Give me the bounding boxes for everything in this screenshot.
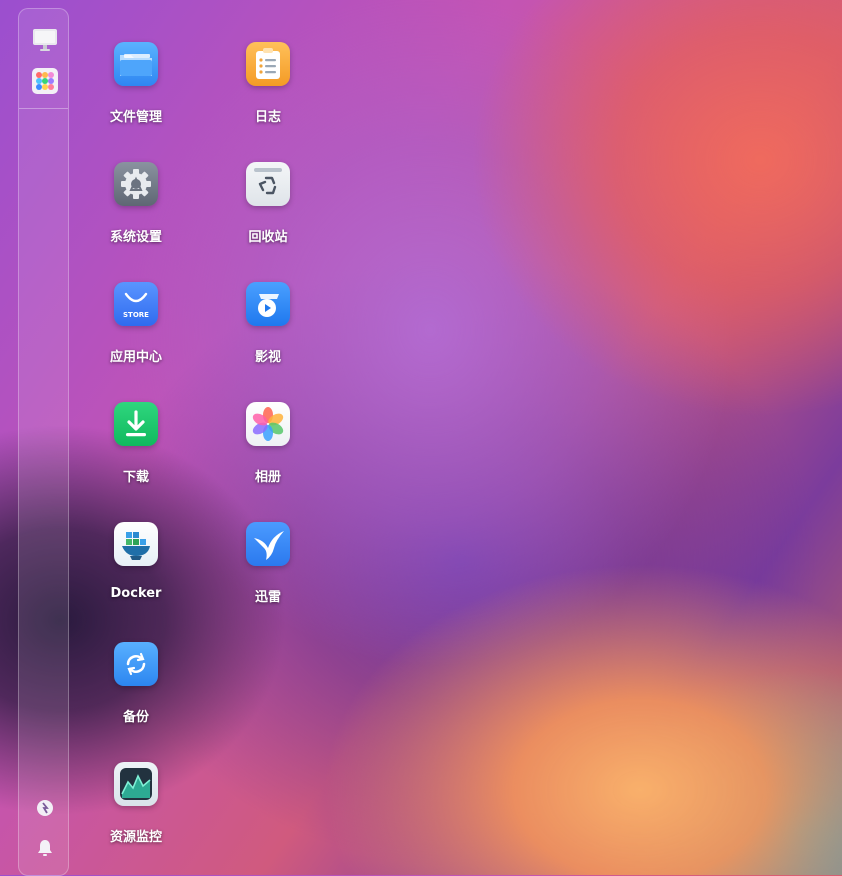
app-photos[interactable]: 相册 [218,402,318,512]
app-label: 回收站 [248,230,288,245]
folder-icon [114,42,158,86]
desktop-area: 文件管理 系统设置 STORE 应用中心 下载 Docker 备份 资源监控 日… [0,0,842,875]
app-label: 影视 [254,350,281,365]
app-file-manager[interactable]: 文件管理 [86,42,186,152]
recycle-bin-icon [246,162,290,206]
app-label: 资源监控 [109,830,162,845]
app-log[interactable]: 日志 [218,42,318,152]
app-backup[interactable]: 备份 [86,642,186,752]
video-icon [246,282,290,326]
app-store[interactable]: STORE 应用中心 [86,282,186,392]
app-thunder[interactable]: 迅雷 [218,522,318,632]
docker-icon [114,522,158,566]
backup-icon [114,642,158,686]
monitor-icon [114,762,158,806]
app-label: 应用中心 [109,350,162,365]
app-docker[interactable]: Docker [86,522,186,632]
download-icon [114,402,158,446]
app-label: 日志 [254,110,281,125]
store-icon: STORE [114,282,158,326]
photos-icon [246,402,290,446]
app-resource-monitor[interactable]: 资源监控 [86,762,186,872]
app-settings[interactable]: 系统设置 [86,162,186,272]
app-recycle-bin[interactable]: 回收站 [218,162,318,272]
app-label: 系统设置 [109,230,162,245]
app-video[interactable]: 影视 [218,282,318,392]
thunder-icon [246,522,290,566]
app-label: Docker [110,586,162,601]
app-label: 迅雷 [254,590,281,605]
app-download[interactable]: 下载 [86,402,186,512]
app-label: 备份 [122,710,149,725]
app-label: 文件管理 [109,110,162,125]
log-icon [246,42,290,86]
app-label: 相册 [254,470,281,485]
gear-icon [114,162,158,206]
store-icon-text: STORE [123,311,149,319]
app-label: 下载 [122,470,149,485]
